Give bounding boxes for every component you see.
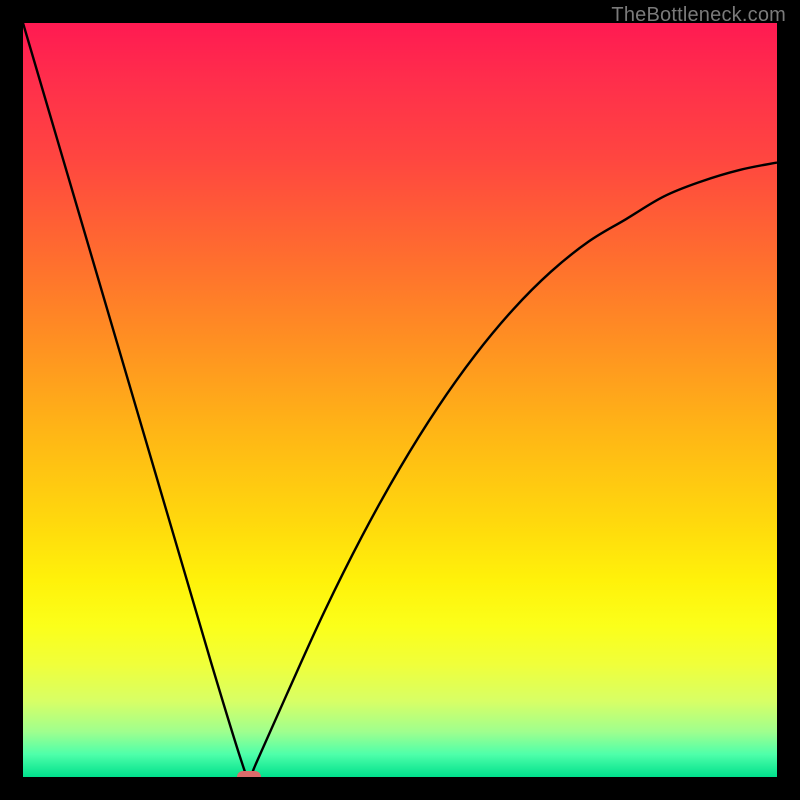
bottleneck-curve <box>23 23 777 777</box>
plot-area <box>23 23 777 777</box>
optimum-marker <box>237 771 261 777</box>
curve-path <box>23 23 777 777</box>
chart-stage: TheBottleneck.com <box>0 0 800 800</box>
watermark-text: TheBottleneck.com <box>611 4 786 27</box>
